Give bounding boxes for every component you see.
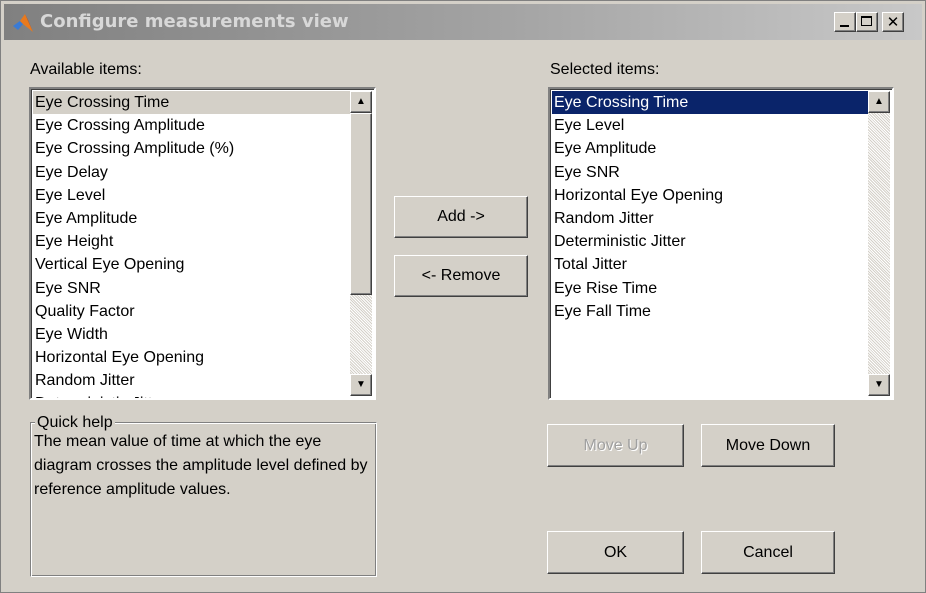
list-item[interactable]: Eye SNR (552, 161, 870, 184)
list-item[interactable]: Quality Factor (33, 300, 352, 323)
matlab-logo-icon (13, 14, 33, 32)
available-items-list: Eye Crossing Time Eye Crossing Amplitude E… (33, 91, 352, 398)
list-item[interactable]: Vertical Eye Opening (33, 253, 352, 276)
list-item[interactable]: Eye Level (33, 184, 352, 207)
remove-button[interactable]: <- Remove (394, 255, 528, 297)
list-item[interactable]: Eye Amplitude (552, 137, 870, 160)
list-item[interactable]: Eye Crossing Time (552, 91, 870, 115)
move-up-button[interactable]: Move Up (547, 424, 684, 467)
chevron-up-icon: ▲ (874, 96, 884, 107)
selected-items-list: Eye Crossing Time Eye Level Eye Amplitude E… (552, 91, 870, 323)
list-item[interactable]: Eye Height (33, 230, 352, 253)
list-item[interactable]: Eye Width (33, 323, 352, 346)
list-item[interactable]: Eye Crossing Amplitude (33, 114, 352, 137)
move-down-button[interactable]: Move Down (701, 424, 835, 467)
list-item[interactable]: Horizontal Eye Opening (33, 346, 352, 369)
list-item[interactable]: Eye Level (552, 114, 870, 137)
maximize-icon (861, 16, 872, 26)
minimize-icon (840, 25, 849, 27)
list-item[interactable]: Eye Fall Time (552, 300, 870, 323)
maximize-button[interactable] (856, 12, 878, 32)
scrollbar-thumb[interactable] (350, 113, 372, 295)
list-item[interactable]: Eye SNR (33, 277, 352, 300)
list-item[interactable]: Eye Crossing Amplitude (%) (33, 137, 352, 160)
list-item[interactable]: Eye Amplitude (33, 207, 352, 230)
list-item[interactable]: Eye Crossing Time (33, 91, 352, 115)
list-item[interactable]: Horizontal Eye Opening (552, 184, 870, 207)
close-icon: ✕ (886, 13, 900, 31)
minimize-button[interactable] (834, 12, 856, 32)
quick-help-text: The mean value of time at which the eye … (34, 433, 368, 498)
ok-button[interactable]: OK (547, 531, 684, 574)
list-item[interactable]: Deterministic Jitter (33, 392, 352, 398)
scroll-down-button[interactable]: ▼ (868, 374, 890, 396)
list-item[interactable]: Eye Delay (33, 161, 352, 184)
add-button[interactable]: Add -> (394, 196, 528, 238)
available-items-listbox[interactable]: Eye Crossing Time Eye Crossing Amplitude E… (29, 87, 376, 400)
list-item[interactable]: Eye Rise Time (552, 277, 870, 300)
scroll-up-button[interactable]: ▲ (868, 91, 890, 113)
scroll-down-button[interactable]: ▼ (350, 374, 372, 396)
list-item[interactable]: Random Jitter (33, 369, 352, 392)
list-item[interactable]: Total Jitter (552, 253, 870, 276)
configure-measurements-dialog: Configure measurements view ✕ Available … (0, 0, 926, 593)
close-button[interactable]: ✕ (882, 12, 904, 32)
chevron-down-icon: ▼ (874, 379, 884, 390)
title-bar[interactable]: Configure measurements view ✕ (4, 4, 922, 40)
available-items-scrollbar[interactable]: ▲ ▼ (350, 91, 372, 396)
list-item[interactable]: Deterministic Jitter (552, 230, 870, 253)
window-title: Configure measurements view (40, 11, 349, 32)
selected-items-listbox[interactable]: Eye Crossing Time Eye Level Eye Amplitude E… (548, 87, 894, 400)
chevron-down-icon: ▼ (356, 379, 366, 390)
selected-items-label: Selected items: (550, 61, 660, 78)
scroll-up-button[interactable]: ▲ (350, 91, 372, 113)
cancel-button[interactable]: Cancel (701, 531, 835, 574)
available-items-label: Available items: (30, 61, 142, 78)
chevron-up-icon: ▲ (356, 96, 366, 107)
list-item[interactable]: Random Jitter (552, 207, 870, 230)
selected-items-scrollbar[interactable]: ▲ ▼ (868, 91, 890, 396)
